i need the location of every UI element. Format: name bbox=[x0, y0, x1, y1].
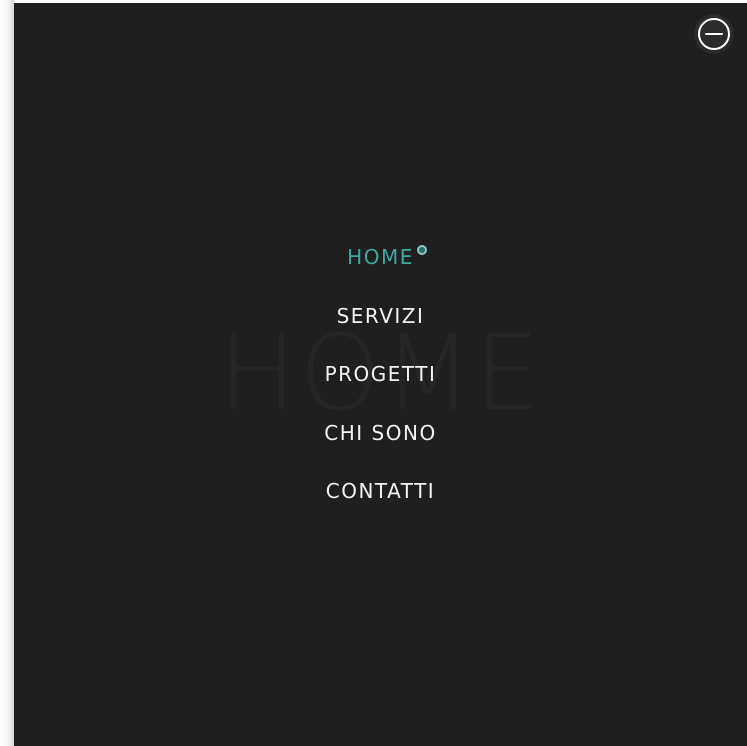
page-edge bbox=[0, 0, 14, 746]
nav-item-chi-sono: CHI SONO bbox=[14, 419, 747, 478]
close-menu-button[interactable] bbox=[694, 14, 734, 54]
nav-link-home[interactable]: HOME bbox=[347, 243, 427, 271]
nav-link-servizi[interactable]: SERVIZI bbox=[337, 302, 425, 330]
nav-link-chi-sono[interactable]: CHI SONO bbox=[324, 419, 436, 447]
nav-label: CONTATTI bbox=[325, 479, 436, 503]
active-indicator-dot bbox=[416, 245, 427, 255]
menu-overlay: HOME HOME SERVIZI PROGETTI CHI SONO CONT… bbox=[14, 3, 747, 746]
nav-link-contatti[interactable]: CONTATTI bbox=[326, 477, 435, 505]
minus-circle-icon bbox=[698, 18, 730, 50]
nav-item-progetti: PROGETTI bbox=[14, 360, 747, 419]
nav-label: CHI SONO bbox=[324, 420, 437, 445]
nav-item-home: HOME bbox=[14, 243, 747, 302]
nav-label: SERVIZI bbox=[336, 303, 425, 328]
nav-link-progetti[interactable]: PROGETTI bbox=[325, 360, 437, 388]
nav-label: HOME bbox=[347, 245, 414, 269]
main-nav: HOME SERVIZI PROGETTI CHI SONO CONTATTI bbox=[14, 243, 747, 536]
nav-item-contatti: CONTATTI bbox=[14, 477, 747, 536]
nav-label: PROGETTI bbox=[324, 362, 437, 386]
nav-item-servizi: SERVIZI bbox=[14, 302, 747, 361]
